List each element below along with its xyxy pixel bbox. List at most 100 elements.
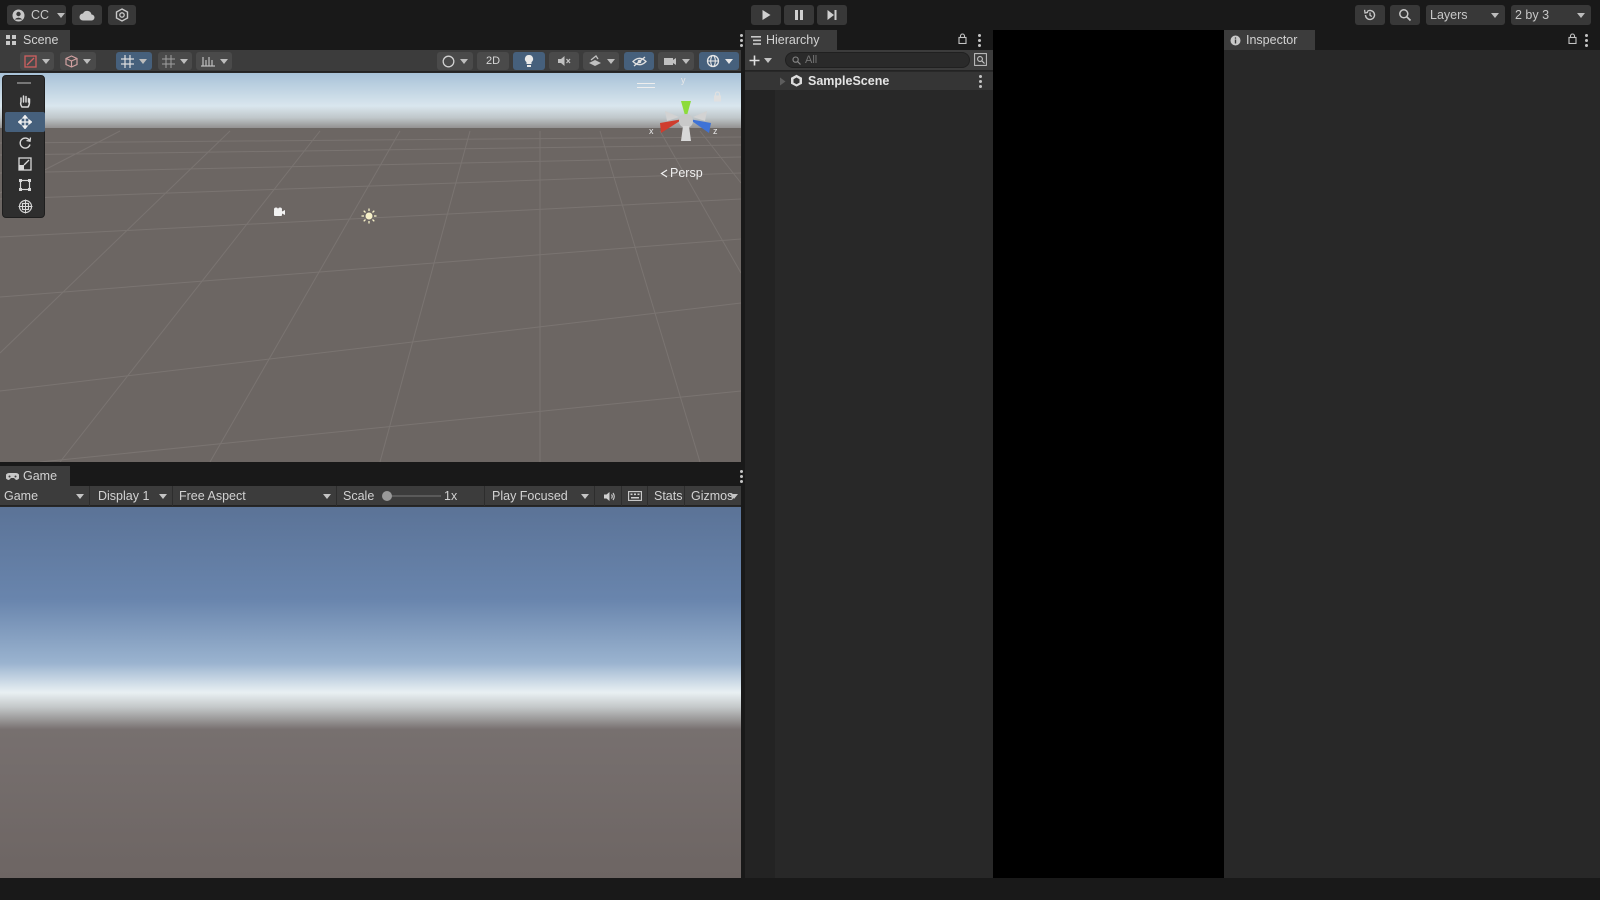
chevron-down-icon: [606, 58, 615, 64]
scene-panel: Scene 2D y x z Persp: [0, 30, 743, 462]
create-dropdown[interactable]: [749, 53, 777, 68]
mute-audio-toggle[interactable]: [597, 486, 622, 506]
light-gizmo-icon[interactable]: [361, 208, 377, 224]
chevron-down-icon: [159, 494, 167, 499]
hierarchy-search[interactable]: [785, 52, 970, 68]
scene-menu-icon[interactable]: [740, 34, 743, 47]
chevron-down-icon: [57, 12, 66, 18]
scale-icon: [18, 157, 32, 171]
stats-label: Stats: [654, 489, 683, 503]
lock-icon[interactable]: [958, 33, 967, 44]
scale-slider-thumb[interactable]: [382, 491, 392, 501]
layers-label: Layers: [1430, 8, 1468, 22]
scale-slider-track[interactable]: [385, 495, 441, 497]
camera-icon: [663, 56, 677, 67]
aspect-dropdown[interactable]: Free Aspect: [175, 486, 337, 506]
cloud-button[interactable]: [72, 5, 102, 25]
game-view-dropdown[interactable]: Game: [0, 486, 90, 506]
tab-scene-label: Scene: [23, 33, 59, 47]
tab-hierarchy[interactable]: Hierarchy: [745, 30, 837, 50]
lighting-toggle[interactable]: [513, 52, 545, 70]
draw-mode-dropdown[interactable]: [20, 52, 54, 70]
move-tool-button[interactable]: [5, 112, 45, 132]
account-dropdown[interactable]: CC: [7, 5, 66, 25]
search-options-icon[interactable]: [974, 53, 987, 66]
hierarchy-tabstrip: Hierarchy: [745, 30, 993, 50]
gizmos-dropdown[interactable]: [699, 52, 739, 70]
game-viewport[interactable]: [0, 507, 741, 878]
list-icon: [751, 35, 761, 45]
chevron-left-icon: [660, 168, 668, 178]
lock-icon[interactable]: [1568, 33, 1577, 44]
hierarchy-search-input[interactable]: [805, 54, 955, 66]
collab-icon: [115, 8, 129, 22]
step-button[interactable]: [817, 5, 847, 25]
inspector-menu-icon[interactable]: [1585, 34, 1588, 47]
rotate-tool-button[interactable]: [5, 133, 45, 153]
chevron-down-icon: [581, 494, 589, 499]
search-icon: [1398, 8, 1412, 22]
gizmos-toggle[interactable]: Gizmos: [687, 486, 741, 506]
ruler-dropdown[interactable]: [196, 52, 232, 70]
expand-arrow-icon[interactable]: [779, 77, 786, 86]
rect-tool-button[interactable]: [5, 175, 45, 195]
scene-visibility-toggle[interactable]: [624, 52, 654, 70]
play-button[interactable]: [751, 5, 781, 25]
effects-icon: [588, 55, 602, 67]
chevron-down-icon: [724, 58, 733, 64]
game-view-label: Game: [4, 489, 39, 503]
orientation-gizmo[interactable]: y x z: [637, 75, 731, 155]
chevron-down-icon: [764, 58, 772, 63]
grid-snap-dropdown[interactable]: [116, 52, 152, 70]
display-dropdown[interactable]: Display 1: [94, 486, 173, 506]
scene-viewport[interactable]: y x z Persp: [0, 73, 741, 462]
game-menu-icon[interactable]: [740, 470, 743, 483]
search-icon: [792, 55, 801, 65]
undo-history-button[interactable]: [1355, 5, 1385, 25]
chevron-down-icon: [460, 58, 468, 64]
audio-toggle[interactable]: [549, 52, 579, 70]
cloud-icon: [79, 10, 95, 21]
main-toolbar: CC Layers 2 by 3: [0, 0, 1600, 30]
transform-tool-button[interactable]: [5, 196, 45, 216]
tab-game[interactable]: Game: [0, 466, 70, 486]
toggle-2d-button[interactable]: 2D: [477, 52, 509, 70]
drag-handle-icon[interactable]: [17, 82, 31, 84]
pause-icon: [793, 9, 805, 21]
move-icon: [18, 115, 32, 129]
stats-toggle[interactable]: Stats: [650, 486, 685, 506]
gizmo-globe-icon: [706, 54, 720, 68]
incremental-snap-dropdown[interactable]: [158, 52, 192, 70]
play-mode-label: Play Focused: [492, 489, 568, 503]
hand-tool-button[interactable]: [5, 91, 45, 111]
chevron-down-icon: [1577, 13, 1585, 18]
effects-dropdown[interactable]: [583, 52, 619, 70]
cube-icon: [65, 54, 78, 68]
chevron-down-icon: [42, 58, 50, 64]
search-button[interactable]: [1390, 5, 1420, 25]
chevron-down-icon: [139, 58, 147, 64]
camera-dropdown[interactable]: [658, 52, 694, 70]
layout-dropdown[interactable]: 2 by 3: [1511, 5, 1591, 25]
game-tabstrip: Game: [0, 466, 743, 486]
hierarchy-toolbar: [745, 50, 993, 71]
axis-gizmo-icon: [660, 101, 711, 141]
play-mode-dropdown[interactable]: Play Focused: [488, 486, 595, 506]
scene-options-icon[interactable]: [979, 75, 982, 88]
projection-toggle[interactable]: Persp: [660, 166, 703, 180]
scale-tool-button[interactable]: [5, 154, 45, 174]
render-mode-dropdown[interactable]: [60, 52, 96, 70]
list-item[interactable]: SampleScene: [745, 72, 993, 90]
camera-gizmo-icon[interactable]: [272, 207, 286, 217]
eye-slash-icon: [631, 55, 647, 67]
shading-mode-dropdown[interactable]: [437, 52, 473, 70]
scene-name-label: SampleScene: [808, 74, 890, 88]
info-icon: [1230, 35, 1241, 46]
tab-inspector[interactable]: Inspector: [1224, 30, 1315, 50]
pause-button[interactable]: [784, 5, 814, 25]
tab-scene[interactable]: Scene: [0, 30, 70, 50]
shortcuts-toggle[interactable]: [623, 486, 648, 506]
collab-button[interactable]: [108, 5, 136, 25]
hierarchy-menu-icon[interactable]: [978, 34, 981, 47]
layers-dropdown[interactable]: Layers: [1426, 5, 1505, 25]
